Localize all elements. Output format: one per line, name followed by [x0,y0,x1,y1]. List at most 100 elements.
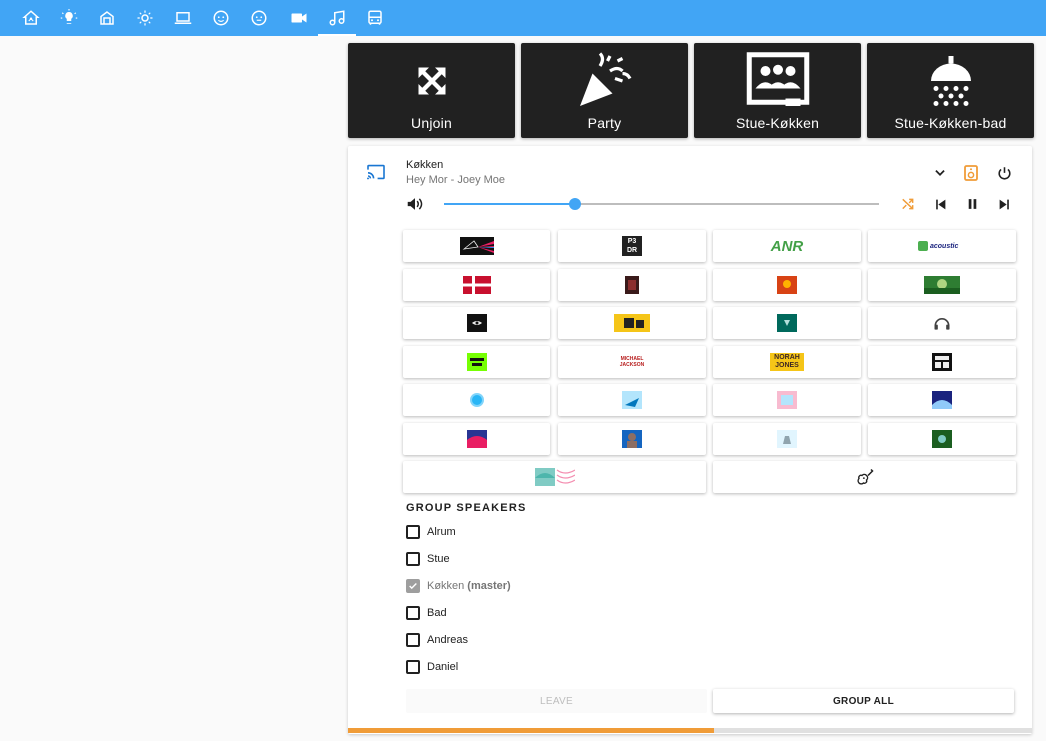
scene-label: Stue-Køkken [735,115,820,131]
favorite-anr[interactable]: ANR [713,230,861,262]
speaker-group-button[interactable] [960,162,982,184]
checkbox[interactable] [406,606,420,620]
volume-mute-button[interactable] [404,193,426,215]
headphones-icon [934,318,950,330]
tab-home[interactable] [12,0,50,36]
favorite-danish-flag[interactable] [403,269,550,301]
favorite-playlist-waves[interactable] [403,461,706,493]
volume-slider-knob[interactable] [568,198,581,210]
volume-high-icon [407,198,423,210]
tab-transport[interactable] [356,0,394,36]
checkbox[interactable] [406,660,420,674]
top-navigation-bar [0,0,1046,36]
tab-music[interactable] [318,0,356,36]
leave-button[interactable]: LEAVE [406,689,707,713]
favorite-acoustic[interactable]: acoustic [868,230,1016,262]
group-speakers-heading: GROUP SPEAKERS [406,502,527,514]
album-art-portrait [622,430,642,448]
speaker-label: Bad [427,607,447,619]
previous-track-button[interactable] [929,193,951,215]
speaker-checkbox-andreas[interactable]: Andreas [406,632,468,648]
album-art-waves [534,468,575,486]
favorite-album-pastel[interactable] [713,384,861,416]
favorite-album-light[interactable] [713,423,861,455]
favorite-album-forest[interactable] [868,423,1016,455]
album-art-eye [466,314,487,332]
favorite-p3-dr[interactable]: P3 DR [558,230,706,262]
tab-brightness[interactable] [126,0,164,36]
favorite-prism[interactable] [403,230,550,262]
volume-slider[interactable] [444,198,879,210]
bus-icon [368,10,382,25]
favorite-album-dark-red[interactable] [558,269,706,301]
card-progress-bar [348,728,1032,733]
expand-chevron-button[interactable] [929,162,951,184]
scene-unjoin-button[interactable]: Unjoin [348,43,515,138]
favorite-album-bw[interactable] [868,346,1016,378]
speaker-icon [964,165,978,181]
album-art-danish-flag [462,276,491,294]
pause-icon [968,199,976,209]
baby-face-outline-icon [251,10,267,26]
favorite-album-neon[interactable] [403,346,550,378]
tab-house[interactable] [88,0,126,36]
skip-next-icon [999,199,1009,209]
album-art-green [924,276,960,294]
power-icon [997,166,1011,180]
player-name: Køkken [406,159,444,171]
next-track-button[interactable] [993,193,1015,215]
speaker-checkbox-stue[interactable]: Stue [406,551,450,567]
skip-previous-icon [935,199,945,209]
tab-cameras[interactable] [280,0,318,36]
tab-computer[interactable] [164,0,202,36]
favorite-album-red-gold[interactable] [713,269,861,301]
checkbox[interactable] [406,633,420,647]
laptop-icon [174,12,192,24]
home-outline-icon [100,11,114,25]
favorite-album-sky[interactable] [403,384,550,416]
favorite-michael-jackson[interactable]: MICHAEL JACKSON [558,346,706,378]
favorite-album-sunset[interactable] [403,423,550,455]
favorite-headphones[interactable] [868,307,1016,339]
baby-face-icon [213,10,229,26]
scene-stue-kokken-bad-button[interactable]: Stue-Køkken-bad [867,43,1034,138]
scene-party-button[interactable]: Party [521,43,688,138]
album-art-navy [932,391,952,409]
shuffle-button[interactable] [897,193,919,215]
speaker-checkbox-alrum[interactable]: Alrum [406,524,456,540]
scene-stue-kokken-button[interactable]: Stue-Køkken [694,43,861,138]
checkbox[interactable] [406,525,420,539]
album-art-bw [932,353,952,371]
scene-label: Unjoin [411,115,452,131]
volume-slider-fill [444,203,575,205]
power-button[interactable] [993,162,1015,184]
video-icon [291,13,307,23]
favorite-album-teal[interactable] [713,307,861,339]
speaker-label: Alrum [427,526,456,538]
favorite-norah-jones[interactable]: NORAH JONES [713,346,861,378]
speaker-checkbox-bad[interactable]: Bad [406,605,447,621]
tab-lights[interactable] [50,0,88,36]
favorite-guitar[interactable] [713,461,1016,493]
favorite-album-yellow-black[interactable] [558,307,706,339]
checkmark-icon [409,582,417,590]
favorite-album-navy[interactable] [868,384,1016,416]
favorite-album-bird[interactable] [558,384,706,416]
favorite-album-portrait[interactable] [558,423,706,455]
tab-baby-room-1[interactable] [202,0,240,36]
cast-icon[interactable] [366,164,386,185]
album-art-light [777,430,797,448]
album-art-teal [777,314,797,332]
album-art-dark-red [625,276,639,294]
album-art-p3-dr: P3 DR [622,236,642,256]
group-all-button[interactable]: GROUP ALL [713,689,1014,713]
now-playing-text: Hey Mor - Joey Moe [406,174,506,186]
speaker-checkbox-daniel[interactable]: Daniel [406,659,458,675]
checkbox[interactable] [406,552,420,566]
pause-button[interactable] [961,193,983,215]
tab-baby-room-2[interactable] [240,0,278,36]
favorite-album-green[interactable] [868,269,1016,301]
favorite-album-eye[interactable] [403,307,550,339]
shower-icon [930,56,971,106]
acoustic-label: acoustic [930,242,959,250]
